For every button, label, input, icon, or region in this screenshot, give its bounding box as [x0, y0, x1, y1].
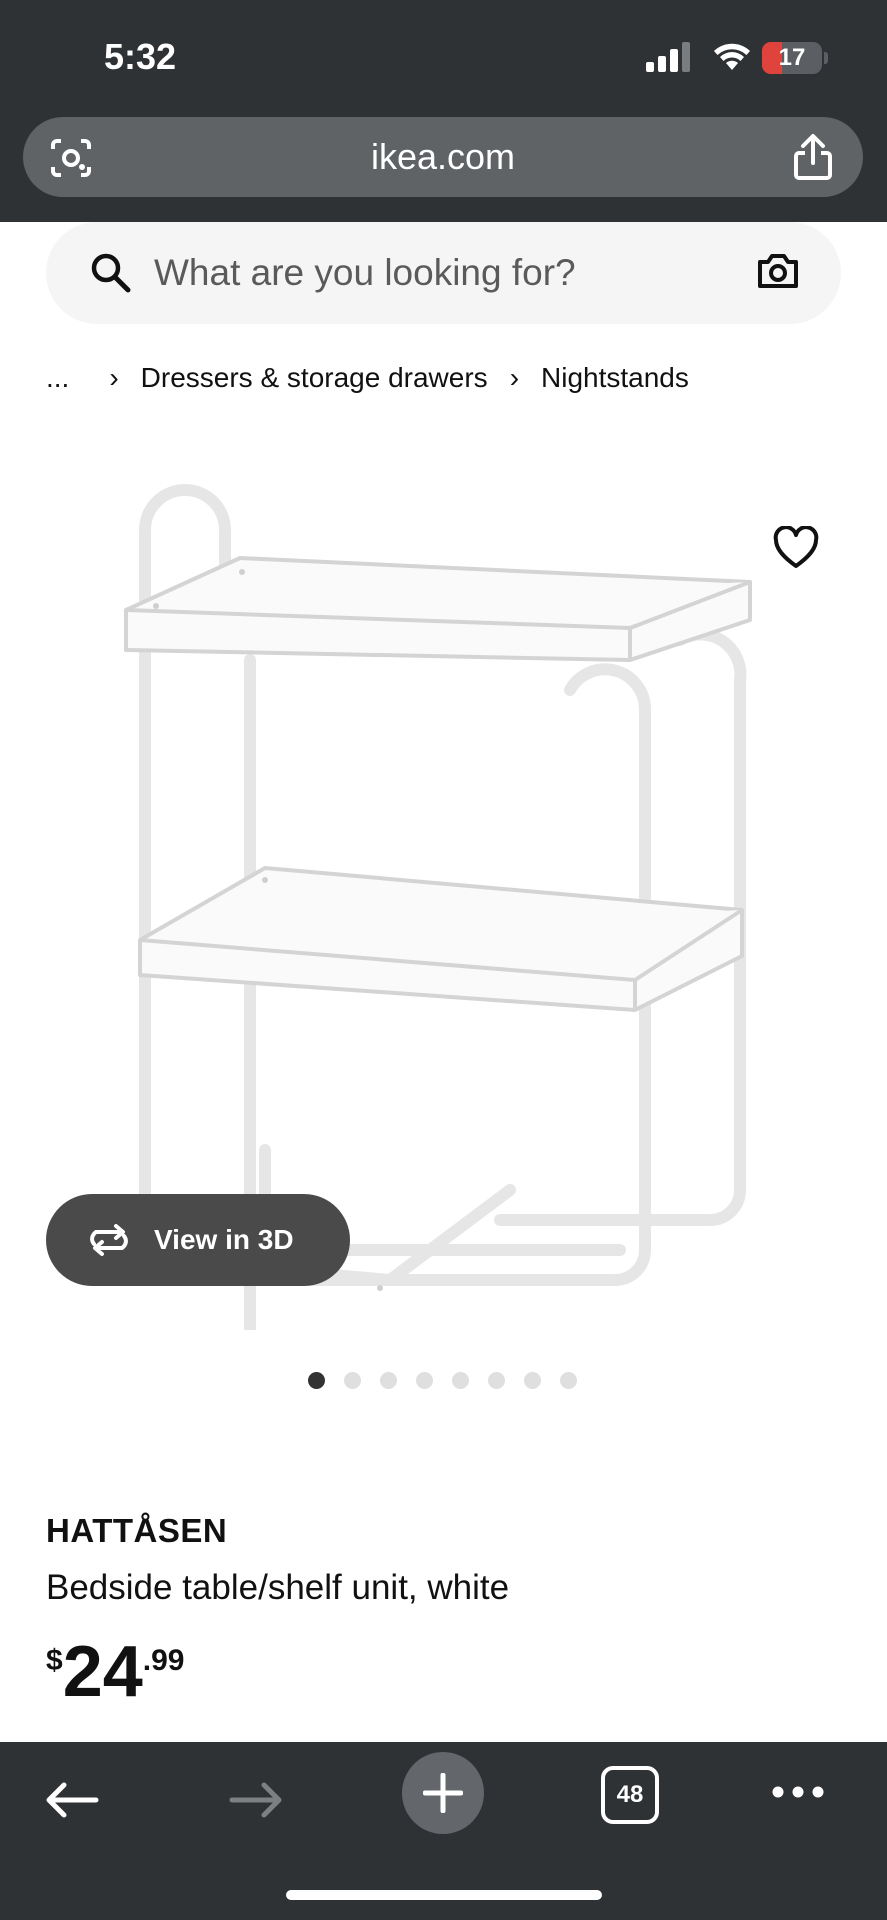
price-integer: 24 [62, 1632, 143, 1712]
heart-icon[interactable] [772, 526, 820, 570]
plus-icon [423, 1773, 463, 1813]
share-icon[interactable] [791, 133, 835, 181]
breadcrumb-item-nightstands[interactable]: Nightstands [541, 362, 689, 394]
chevron-right-icon: › [509, 362, 520, 393]
carousel-dot[interactable] [560, 1372, 577, 1389]
carousel-dot[interactable] [524, 1372, 541, 1389]
forward-arrow-icon[interactable] [228, 1780, 284, 1820]
image-carousel-dots [308, 1372, 577, 1389]
carousel-dot[interactable] [380, 1372, 397, 1389]
carousel-dot[interactable] [344, 1372, 361, 1389]
price-currency: $ [46, 1644, 63, 1677]
product-price: $24.99 [46, 1636, 185, 1708]
back-arrow-icon[interactable] [44, 1780, 100, 1820]
browser-top-bar: 5:32 17 ikea.com [0, 0, 887, 222]
view-in-3d-button[interactable]: View in 3D [46, 1194, 350, 1286]
breadcrumb-ellipsis[interactable]: ... [46, 362, 69, 394]
camera-icon[interactable] [756, 252, 800, 290]
new-tab-button[interactable] [402, 1752, 484, 1834]
chevron-right-icon: › [109, 362, 119, 393]
wifi-icon [714, 43, 750, 70]
search-icon [91, 253, 131, 293]
product-description: Bedside table/shelf unit, white [46, 1568, 510, 1607]
url-text[interactable]: ikea.com [23, 117, 863, 197]
carousel-dot[interactable] [308, 1372, 325, 1389]
rotate-3d-icon [90, 1224, 128, 1256]
more-icon[interactable] [772, 1786, 824, 1798]
breadcrumb-item-dressers[interactable]: Dressers & storage drawers [141, 362, 488, 394]
carousel-dot[interactable] [488, 1372, 505, 1389]
carousel-dot[interactable] [452, 1372, 469, 1389]
tab-switcher-button[interactable]: 48 [601, 1766, 659, 1824]
battery-level: 17 [778, 44, 806, 71]
browser-bottom-bar: 48 [0, 1742, 887, 1920]
battery-indicator: 17 [762, 42, 822, 74]
view-in-3d-label: View in 3D [154, 1224, 294, 1255]
search-bar[interactable]: What are you looking for? [46, 222, 841, 324]
carousel-dot[interactable] [416, 1372, 433, 1389]
status-time: 5:32 [104, 36, 177, 77]
search-input[interactable]: What are you looking for? [154, 222, 576, 324]
breadcrumb: ... › Dressers & storage drawers › Night… [46, 362, 689, 394]
price-decimal: .99 [142, 1644, 185, 1677]
home-indicator [286, 1890, 602, 1900]
address-bar[interactable]: ikea.com [23, 117, 863, 197]
cell-signal-icon [646, 42, 690, 72]
product-name: HATTÅSEN [46, 1512, 228, 1549]
